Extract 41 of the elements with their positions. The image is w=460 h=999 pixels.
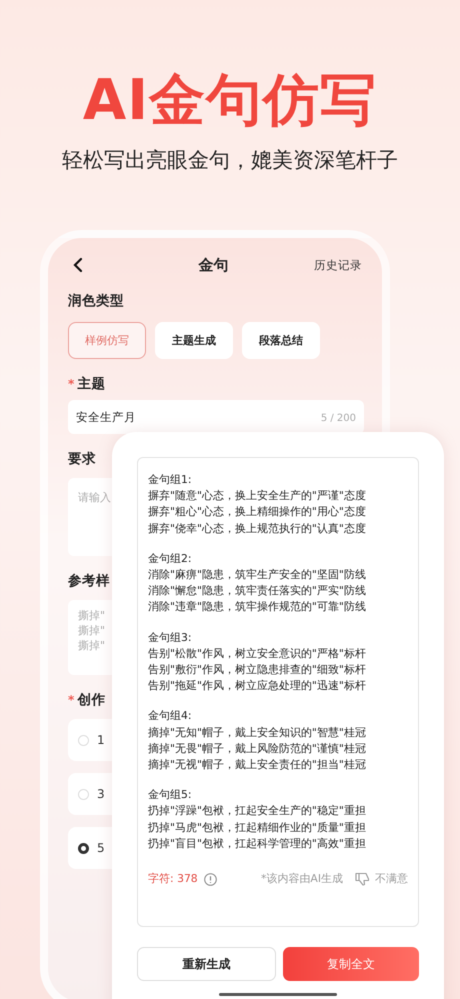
history-link[interactable]: 历史记录	[314, 258, 362, 272]
group-title: 金句组3:	[148, 630, 193, 646]
char-count: 字符: 378	[148, 872, 198, 886]
radio-button[interactable]	[78, 842, 89, 854]
quote-line: 扔掉"浮躁"包袱，扛起安全生产的"稳定"重担	[148, 803, 367, 820]
quote-line: 摒弃"随意"心态，换上安全生产的"严谨"态度	[148, 488, 367, 504]
thumbs-down-icon[interactable]	[355, 872, 370, 886]
group-title: 金句组1:	[148, 472, 193, 488]
info-icon[interactable]	[204, 872, 217, 886]
hero-title: AI金句仿写	[82, 68, 378, 134]
section-label: 参考样	[68, 572, 110, 590]
type-tab[interactable]: 段落总结	[242, 322, 320, 359]
topic-field[interactable]: 安全生产月 5 / 200	[68, 400, 364, 434]
quote-line: 告别"拖延"作风，树立应急处理的"迅速"标杆	[148, 678, 367, 694]
required-mark: *	[68, 693, 74, 707]
quote-line: 告别"松散"作风，树立安全意识的"严格"标杆	[148, 646, 367, 662]
quote-line: 扔掉"马虎"包袱，扛起精细作业的"质量"重担	[148, 820, 367, 836]
type-tab[interactable]: 主题生成	[155, 322, 233, 359]
group-title: 金句组5:	[148, 787, 193, 804]
section-label: 创作	[77, 691, 106, 709]
quote-line: 告别"敷衍"作风，树立隐患排查的"细致"标杆	[148, 662, 367, 678]
page-title: 金句	[198, 256, 228, 274]
regenerate-button[interactable]: 重新生成	[137, 947, 276, 981]
ai-note: *该内容由AI生成	[261, 872, 343, 886]
section-label: 要求	[68, 450, 96, 468]
required-mark: *	[68, 377, 74, 391]
quote-line: 摒弃"侥幸"心态，换上规范执行的"认真"态度	[148, 520, 367, 537]
quote-line: 扔掉"盲目"包袱，扛起科学管理的"高效"重担	[148, 836, 367, 852]
section-label: 润色类型	[68, 292, 125, 310]
section-label: 主题	[77, 375, 106, 393]
quote-line: 消除"懈怠"隐患，筑牢责任落实的"严实"防线	[148, 583, 367, 600]
group-title: 金句组2:	[148, 550, 193, 567]
hero-subtitle: 轻松写出亮眼金句，媲美资深笔杆子	[62, 147, 398, 174]
quote-line: 摘掉"无知"帽子，戴上安全知识的"智慧"桂冠	[148, 724, 367, 741]
quote-line: 摒弃"粗心"心态，换上精细操作的"用心"态度	[148, 504, 367, 520]
quote-line: 摘掉"无畏"帽子，戴上风险防范的"谨慎"桂冠	[148, 740, 367, 757]
quote-line: 消除"违章"隐患，筑牢操作规范的"可靠"防线	[148, 599, 367, 616]
group-title: 金句组4:	[148, 708, 193, 724]
quote-line: 消除"麻痹"隐患，筑牢生产安全的"坚固"防线	[148, 567, 367, 584]
back-icon[interactable]	[73, 257, 83, 273]
quote-line: 摘掉"无视"帽子，戴上安全责任的"担当"桂冠	[148, 757, 367, 774]
